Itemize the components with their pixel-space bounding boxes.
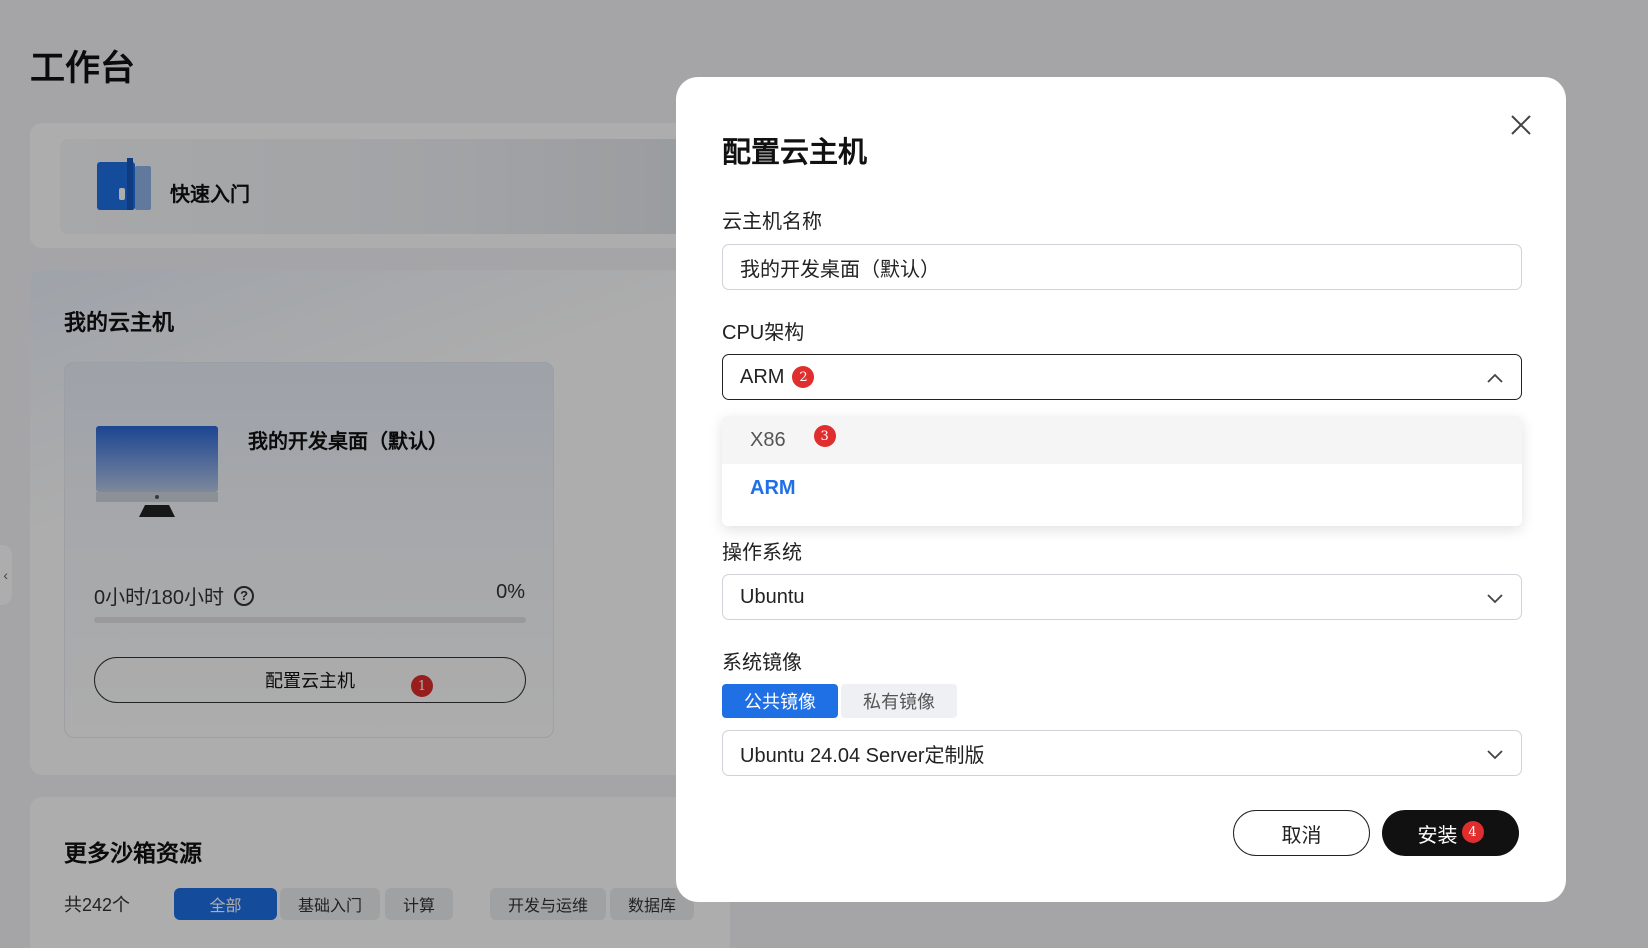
tab-public-image[interactable]: 公共镜像 <box>722 684 838 718</box>
os-label: 操作系统 <box>722 536 802 565</box>
cpu-arch-value: ARM <box>740 366 784 389</box>
system-image-value: Ubuntu 24.04 Server定制版 <box>740 739 985 768</box>
cpu-option-label: ARM <box>750 477 796 500</box>
install-label: 安装 <box>1418 819 1458 848</box>
chevron-down-icon <box>1486 745 1504 763</box>
tab-private-image[interactable]: 私有镜像 <box>841 684 957 718</box>
cancel-label: 取消 <box>1282 819 1322 848</box>
close-icon[interactable] <box>1509 113 1533 137</box>
chevron-down-icon <box>1486 589 1504 607</box>
system-image-label: 系统镜像 <box>722 646 802 675</box>
cpu-arch-select[interactable]: ARM 2 <box>722 354 1522 400</box>
step-badge-3: 3 <box>814 425 836 447</box>
configure-vm-dialog: 配置云主机 云主机名称 CPU架构 ARM 2 X86 3 ARM 操作系统 U… <box>676 77 1566 902</box>
cancel-button[interactable]: 取消 <box>1233 810 1370 856</box>
cpu-option-arm[interactable]: ARM <box>722 464 1522 512</box>
cpu-arch-dropdown: X86 3 ARM <box>722 416 1522 526</box>
vm-name-label: 云主机名称 <box>722 205 822 234</box>
os-value: Ubuntu <box>740 586 805 609</box>
dialog-title: 配置云主机 <box>722 129 867 171</box>
cpu-option-x86[interactable]: X86 3 <box>722 416 1522 464</box>
os-select[interactable]: Ubuntu <box>722 574 1522 620</box>
system-image-select[interactable]: Ubuntu 24.04 Server定制版 <box>722 730 1522 776</box>
chevron-up-icon <box>1486 369 1504 387</box>
vm-name-input[interactable] <box>722 244 1522 290</box>
cpu-option-label: X86 <box>750 429 786 452</box>
cpu-arch-label: CPU架构 <box>722 316 804 345</box>
step-badge-2: 2 <box>792 366 814 388</box>
install-button[interactable]: 安装 4 <box>1382 810 1519 856</box>
step-badge-4: 4 <box>1462 821 1484 843</box>
